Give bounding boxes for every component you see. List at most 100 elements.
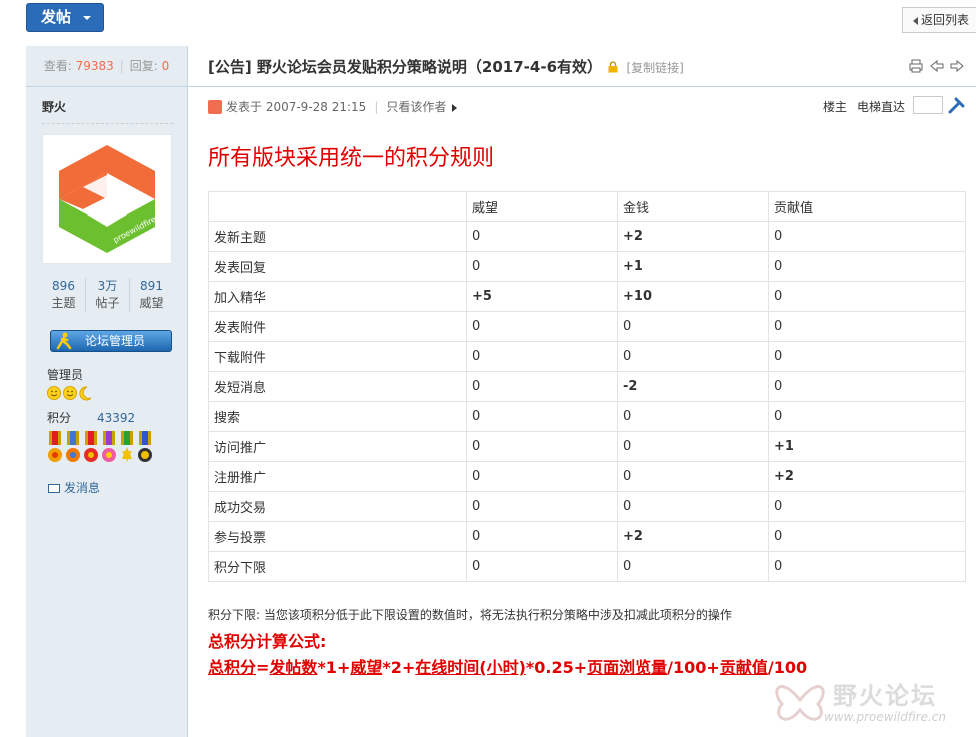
post-meta: 发表于 2007-9-28 21:15 | 只看该作者 [208, 98, 458, 115]
stat-prestige[interactable]: 891 威望 [130, 278, 173, 312]
table-cell: 0 [466, 251, 618, 282]
table-row: 参与投票 0 +2 0 [208, 521, 966, 552]
table-cell: 发短消息 [208, 371, 467, 402]
table-row: 发表回复 0 +1 0 [208, 251, 966, 282]
table-row: 访问推广 0 0 +1 [208, 431, 966, 462]
table-cell: 0 [466, 461, 618, 492]
floor-go-icon[interactable] [948, 96, 966, 114]
table-row: 下载附件 0 0 0 [208, 341, 966, 372]
formula-term: 威望 [350, 658, 383, 677]
watermark: 野火论坛 www.proewildfire.cn [770, 670, 976, 737]
stat-value: 891 [140, 279, 163, 293]
table-cell: 0 [617, 461, 769, 492]
stat-label: 主题 [51, 296, 76, 310]
table-cell: 0 [768, 521, 966, 552]
points-label: 积分 [47, 411, 72, 425]
table-cell: +2 [768, 461, 966, 492]
table-cell: 0 [617, 311, 769, 342]
table-cell: 参与投票 [208, 521, 467, 552]
post-new-thread-button[interactable]: 发帖 [26, 3, 104, 32]
only-author-link[interactable]: 只看该作者 [386, 100, 446, 114]
formula-term: 贡献值 [719, 658, 768, 677]
points-floor-note: 积分下限: 当您该项积分低于此下限设置的数值时，将无法执行积分策略中涉及扣减此项… [208, 608, 732, 622]
replies-label: 回复: [129, 59, 158, 73]
table-cell: 下载附件 [208, 341, 467, 372]
table-header-cell: 威望 [466, 191, 618, 222]
formula-op: /100+ [667, 658, 720, 677]
table-cell: 0 [466, 491, 618, 522]
stat-posts[interactable]: 3万 帖子 [86, 278, 130, 312]
formula: 总积分=发帖数*1+威望*2+在线时间(小时)*0.25+页面浏览量/100+贡… [208, 654, 807, 678]
table-cell: 0 [768, 401, 966, 432]
jump-label: 电梯直达 [857, 100, 906, 114]
table-row: 注册推广 0 0 +2 [208, 461, 966, 492]
points-value: 43392 [97, 411, 136, 425]
arrow-left-icon [913, 16, 918, 25]
post-button-label: 发帖 [41, 8, 72, 26]
watermark-text: 野火论坛 [833, 682, 937, 710]
table-cell: 0 [466, 341, 618, 372]
user-role: 管理员 [47, 368, 84, 382]
floor-jump-input[interactable] [913, 96, 943, 114]
formula-term: 发帖数 [269, 658, 318, 677]
table-header-cell [208, 191, 467, 222]
watermark-url: www.proewildfire.cn [824, 710, 946, 724]
thread-stats: 查看: 79383 | 回复: 0 [26, 46, 187, 87]
points-rules-table: 威望 金钱 贡献值 发新主题 0 +2 0 发表回复 0 +1 0 加入精华 +… [208, 191, 966, 582]
table-cell: 成功交易 [208, 491, 467, 522]
formula-term: 总积分 [208, 658, 257, 677]
formula-op: *0.25+ [525, 658, 588, 677]
table-row: 加入精华 +5 +10 0 [208, 281, 966, 312]
table-cell: 0 [466, 431, 618, 462]
table-header-row: 威望 金钱 贡献值 [208, 191, 966, 222]
table-cell: 0 [466, 371, 618, 402]
table-cell: 0 [466, 551, 618, 582]
prev-thread-icon[interactable] [930, 59, 944, 73]
table-cell: 0 [617, 491, 769, 522]
send-message-label: 发消息 [64, 481, 101, 495]
table-row: 成功交易 0 0 0 [208, 491, 966, 522]
table-cell: 0 [768, 251, 966, 282]
table-cell: 发表附件 [208, 311, 467, 342]
table-cell: 0 [768, 221, 966, 252]
table-cell: +10 [617, 281, 769, 312]
table-cell: 0 [466, 221, 618, 252]
stat-label: 威望 [139, 296, 164, 310]
divider [188, 86, 976, 87]
thread-title: [公告] 野火论坛会员发贴积分策略说明（2017-4-6有效） [208, 58, 603, 76]
lock-icon [608, 61, 618, 73]
table-cell: 发新主题 [208, 221, 467, 252]
stat-topics[interactable]: 896 主题 [42, 278, 86, 312]
send-message-link[interactable]: 发消息 [48, 479, 100, 496]
table-cell: 0 [617, 401, 769, 432]
table-cell: +2 [617, 521, 769, 552]
next-thread-icon[interactable] [950, 59, 964, 73]
avatar[interactable]: proewildfire.cn [42, 134, 172, 264]
back-to-list-button[interactable]: 返回列表 [902, 7, 976, 33]
divider [42, 123, 173, 124]
author-name[interactable]: 野火 [42, 98, 66, 115]
formula-op: *2+ [382, 658, 416, 677]
level-icons [47, 385, 107, 404]
print-icon[interactable] [909, 59, 923, 73]
posted-at: 发表于 2007-9-28 21:15 [226, 100, 367, 114]
formula-op: *1+ [317, 658, 351, 677]
author-stats: 896 主题 3万 帖子 891 威望 [42, 278, 173, 312]
group-badge: 论坛管理员 [50, 330, 172, 352]
table-row: 发短消息 0 -2 0 [208, 371, 966, 402]
copy-link[interactable]: [复制链接] [626, 61, 683, 75]
table-row: 积分下限 0 0 0 [208, 551, 966, 582]
table-cell: 访问推广 [208, 431, 467, 462]
table-cell: 0 [768, 311, 966, 342]
table-cell: 0 [466, 401, 618, 432]
chevron-down-icon [83, 16, 91, 20]
floor-info: 楼主 电梯直达 [823, 98, 905, 115]
sun-level-icon [47, 386, 92, 401]
table-cell: 注册推广 [208, 461, 467, 492]
group-badge-label: 论坛管理员 [85, 334, 146, 348]
formula-term: 在线时间(小时) [415, 658, 526, 677]
wildfire-logo-icon: proewildfire.cn [59, 145, 168, 253]
views-label: 查看: [43, 59, 72, 73]
stat-label: 帖子 [95, 296, 120, 310]
table-cell: -2 [617, 371, 769, 402]
